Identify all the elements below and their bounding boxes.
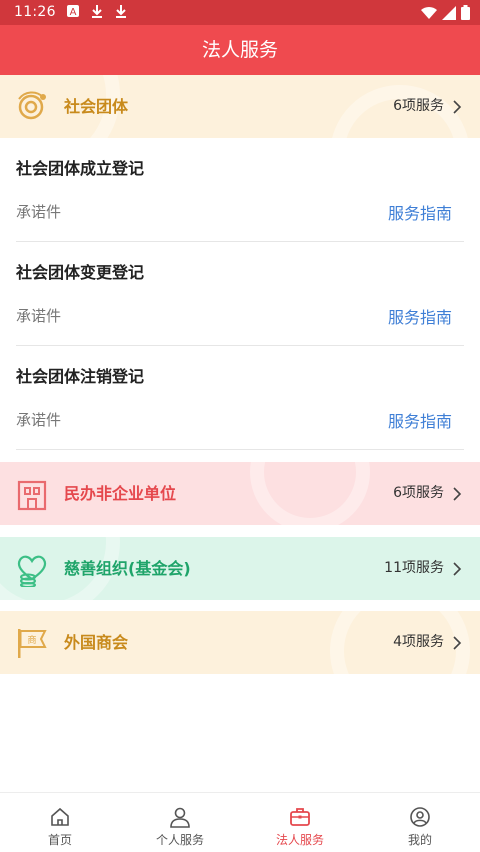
tab-label: 我的 xyxy=(407,833,432,847)
tab-label: 首页 xyxy=(47,833,72,847)
service-count: 6项服务 xyxy=(393,98,444,114)
chevron-right-icon xyxy=(453,562,462,576)
download-icon xyxy=(114,4,128,18)
category-title: 慈善组织(基金会) xyxy=(64,559,191,578)
decorative-circle xyxy=(250,462,370,525)
category-charity[interactable]: 慈善组织(基金会) 11项服务 xyxy=(0,537,480,600)
category-title: 民办非企业单位 xyxy=(64,484,177,503)
page-title: 法人服务 xyxy=(0,25,480,75)
tab-label: 法人服务 xyxy=(275,833,324,847)
merchant-flag-icon: 商 xyxy=(18,629,47,658)
category-private-non-enterprise[interactable]: 民办非企业单位 6项服务 xyxy=(0,462,480,525)
category-social-groups[interactable]: 社会团体 6项服务 xyxy=(0,75,480,138)
download-icon xyxy=(90,4,104,18)
chevron-right-icon xyxy=(453,487,462,501)
list-item[interactable]: 社会团体注销登记 承诺件 服务指南 xyxy=(0,346,480,450)
service-count: 11项服务 xyxy=(384,560,444,576)
tab-mine[interactable]: 我的 xyxy=(360,793,480,852)
bottom-tab-bar: 首页 个人服务 法人服务 我的 xyxy=(0,792,480,852)
service-guide-link[interactable]: 服务指南 xyxy=(388,200,452,224)
svg-text:商: 商 xyxy=(27,634,36,646)
category-title: 外国商会 xyxy=(64,633,129,652)
service-guide-link[interactable]: 服务指南 xyxy=(388,408,452,432)
category-foreign-chamber[interactable]: 商 外国商会 4项服务 xyxy=(0,611,480,674)
a-notification-icon: A xyxy=(66,4,80,18)
status-bar: 11:26 A xyxy=(0,0,480,25)
tab-label: 个人服务 xyxy=(155,833,204,847)
list-item[interactable]: 社会团体变更登记 承诺件 服务指南 xyxy=(0,242,480,346)
battery-icon xyxy=(461,5,470,20)
signal-icon xyxy=(442,5,456,20)
divider xyxy=(16,449,464,450)
heart-coins-icon xyxy=(17,555,47,587)
service-count: 4项服务 xyxy=(393,634,444,650)
profile-icon xyxy=(410,807,430,827)
service-name: 社会团体成立登记 xyxy=(16,159,145,178)
tab-personal-services[interactable]: 个人服务 xyxy=(120,793,240,852)
service-type: 承诺件 xyxy=(16,203,62,221)
service-count: 6项服务 xyxy=(393,485,444,501)
list-item[interactable]: 社会团体成立登记 承诺件 服务指南 xyxy=(0,138,480,242)
home-icon xyxy=(51,807,69,826)
briefcase-icon xyxy=(290,808,310,826)
service-name: 社会团体变更登记 xyxy=(16,263,145,282)
tab-legal-services[interactable]: 法人服务 xyxy=(240,793,360,852)
service-name: 社会团体注销登记 xyxy=(16,367,145,386)
chevron-right-icon xyxy=(453,636,462,650)
service-type: 承诺件 xyxy=(16,307,62,325)
service-guide-link[interactable]: 服务指南 xyxy=(388,304,452,328)
service-type: 承诺件 xyxy=(16,411,62,429)
person-icon xyxy=(170,807,190,828)
globe-orbit-icon xyxy=(18,91,46,120)
category-title: 社会团体 xyxy=(64,97,129,116)
building-icon xyxy=(17,480,47,511)
chevron-right-icon xyxy=(453,100,462,114)
svg-text:A: A xyxy=(70,7,77,18)
wifi-icon xyxy=(421,6,437,19)
tab-home[interactable]: 首页 xyxy=(0,793,120,852)
status-time: 11:26 xyxy=(14,4,56,20)
